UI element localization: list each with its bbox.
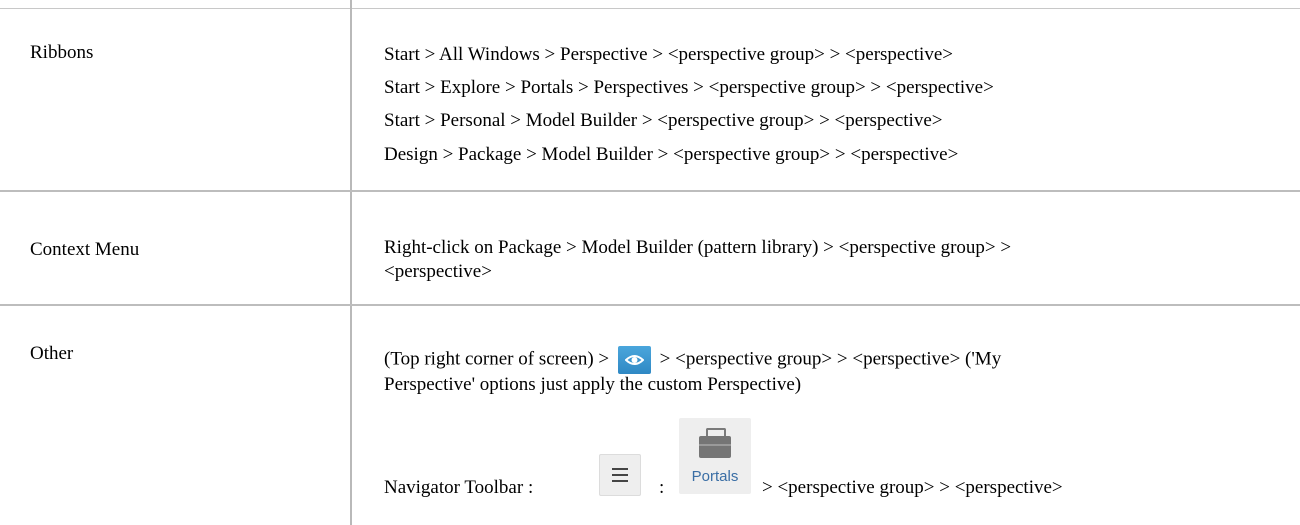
briefcase-band	[699, 444, 731, 446]
row-label: Context Menu	[30, 239, 140, 260]
row-divider-2	[0, 304, 1300, 306]
eye-icon	[624, 355, 644, 365]
column-divider	[350, 0, 352, 525]
navigator-path-suffix: > <perspective group> > <perspective>	[762, 477, 1063, 498]
other-path-line-2: Perspective' options just apply the cust…	[384, 374, 802, 395]
briefcase-body	[699, 436, 731, 458]
navigator-menu-button[interactable]	[599, 454, 641, 496]
other-path-suffix: > <perspective group> > <perspective> ('…	[659, 348, 1002, 370]
row-label: Ribbons	[30, 42, 94, 63]
navigator-toolbar-label: Navigator Toolbar :	[384, 477, 534, 498]
ribbon-path-1: Start > All Windows > Perspective > <per…	[384, 44, 953, 65]
other-path-line-1: (Top right corner of screen) > > <perspe…	[384, 346, 1001, 374]
navigator-separator: :	[659, 477, 665, 498]
ribbon-path-4: Design > Package > Model Builder > <pers…	[384, 144, 959, 165]
context-menu-path-line-1: Right-click on Package > Model Builder (…	[384, 237, 1012, 258]
hamburger-line	[612, 474, 628, 476]
table-top-border	[0, 8, 1300, 9]
hamburger-line	[612, 480, 628, 482]
context-menu-path-line-2: <perspective>	[384, 261, 492, 282]
row-divider-1	[0, 190, 1300, 192]
other-path-prefix: (Top right corner of screen) >	[384, 348, 610, 370]
row-label: Other	[30, 343, 74, 364]
perspective-eye-button[interactable]	[617, 346, 651, 374]
portals-label: Portals	[691, 468, 739, 485]
ribbon-path-2: Start > Explore > Portals > Perspectives…	[384, 77, 994, 98]
ribbon-path-3: Start > Personal > Model Builder > <pers…	[384, 110, 943, 131]
portals-button[interactable]: Portals	[679, 418, 751, 494]
hamburger-menu-icon	[612, 468, 628, 470]
